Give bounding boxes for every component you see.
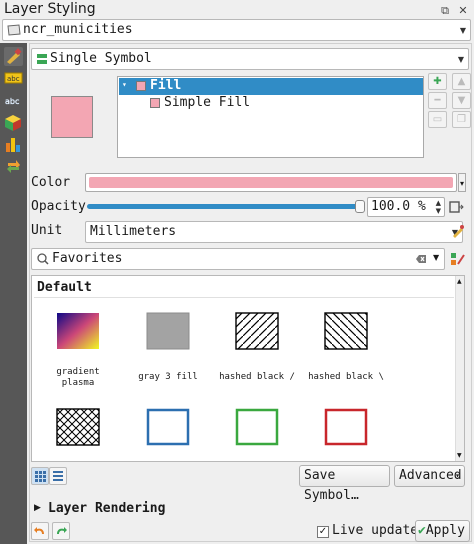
layer-combo[interactable]: ncr_municities ▼ — [2, 19, 471, 41]
move-up-button[interactable]: ▲ — [452, 73, 471, 90]
library-scrollbar[interactable]: ▲ ▼ — [455, 276, 464, 461]
scroll-up-icon[interactable]: ▲ — [457, 278, 462, 285]
diagrams-icon[interactable] — [4, 135, 23, 154]
fill-swatch — [136, 81, 146, 91]
chevron-down-icon: ▾ — [455, 471, 460, 480]
style-manager-icon[interactable] — [450, 251, 466, 267]
opacity-value: 100.0 % — [371, 199, 426, 214]
add-layer-button[interactable]: ✚ — [428, 73, 447, 90]
duplicate-layer-button[interactable]: ❐ — [452, 111, 471, 128]
opacity-slider[interactable] — [87, 204, 359, 209]
symbol-library[interactable]: Default gradient plasma gray 3 fill hashe… — [31, 275, 465, 462]
symbol-search[interactable]: Favorites ▼ — [31, 248, 445, 270]
unit-override-icon[interactable] — [450, 223, 466, 239]
symbol-name-hatch-back: hashed black \ — [308, 372, 384, 382]
spin-arrows-icon[interactable]: ▲ ▼ — [436, 199, 441, 215]
float-button[interactable]: ⧉ — [438, 4, 452, 18]
advanced-button[interactable]: Advanced ▾ — [394, 465, 465, 487]
svg-text:abc: abc — [7, 75, 20, 83]
checkmark-icon: ✔ — [418, 523, 426, 538]
symbol-name-gray-fill: gray 3 fill — [138, 372, 198, 382]
gray-fill-swatch-icon[interactable] — [146, 312, 190, 350]
simple-fill-swatch — [150, 98, 160, 108]
symbol-name-gradient-plasma: gradient plasma — [56, 367, 100, 388]
single-symbol-icon — [36, 53, 48, 65]
blue-outline-swatch-icon[interactable] — [146, 408, 190, 446]
color-label: Color — [31, 175, 71, 190]
icon-view-button[interactable] — [31, 467, 49, 485]
symbol-layer-tree[interactable]: ▾ Fill Simple Fill — [117, 76, 424, 158]
chevron-down-icon[interactable]: ▼ — [433, 253, 439, 262]
opacity-label: Opacity — [31, 199, 86, 214]
color-swatch — [89, 177, 453, 188]
hatch-back-swatch-icon[interactable] — [324, 312, 368, 350]
undo-button[interactable] — [31, 522, 49, 540]
red-outline-swatch-icon[interactable] — [324, 408, 368, 446]
unit-combo[interactable]: Millimeters ▼ — [85, 221, 463, 243]
window-title: Layer Styling — [4, 1, 96, 17]
svg-text:abc: abc — [5, 97, 19, 106]
chevron-down-icon: ▼ — [459, 26, 466, 35]
3d-view-icon[interactable] — [4, 113, 23, 132]
history-icon[interactable] — [4, 157, 23, 176]
masks-icon[interactable]: abc — [4, 91, 23, 110]
tree-item-fill[interactable]: ▾ Fill — [119, 78, 423, 95]
unit-label: Unit — [31, 223, 63, 238]
hatch-forward-swatch-icon[interactable] — [235, 312, 279, 350]
symbol-name-hatch-forward: hashed black / — [219, 372, 295, 382]
layer-rendering-title[interactable]: Layer Rendering — [48, 501, 165, 516]
scroll-down-icon[interactable]: ▼ — [457, 452, 462, 459]
library-group-title: Default — [37, 280, 92, 295]
close-button[interactable]: ✕ — [456, 4, 470, 18]
opacity-spinbox[interactable]: 100.0 % ▲ ▼ — [367, 197, 445, 217]
color-button[interactable] — [85, 173, 457, 192]
layer-name: ncr_municities — [23, 22, 133, 37]
search-input[interactable]: Favorites — [52, 251, 122, 266]
chevron-down-icon: ▼ — [457, 55, 464, 64]
remove-layer-button[interactable]: ━ — [428, 92, 447, 109]
renderer-value: Single Symbol — [50, 51, 152, 66]
symbology-icon[interactable] — [4, 47, 23, 66]
live-update-label: Live update — [332, 523, 419, 538]
gradient-plasma-swatch-icon[interactable] — [56, 312, 100, 350]
tree-item-fill-label: Fill — [150, 78, 182, 93]
live-update-checkbox[interactable]: ✓ — [317, 526, 329, 538]
lock-layer-button[interactable]: ▭ — [428, 111, 447, 128]
renderer-combo[interactable]: Single Symbol ▼ — [31, 48, 469, 70]
move-down-button[interactable]: ▼ — [452, 92, 471, 109]
clear-search-icon[interactable] — [414, 252, 428, 266]
opacity-slider-handle[interactable] — [355, 200, 365, 213]
list-view-button[interactable] — [49, 467, 67, 485]
labels-icon[interactable]: abc — [4, 69, 23, 88]
color-menu-arrow-icon[interactable]: ▾ — [458, 173, 466, 192]
expand-arrow-icon[interactable]: ▾ — [122, 80, 127, 89]
symbol-preview — [51, 96, 93, 138]
group-divider — [34, 297, 454, 298]
apply-button[interactable]: ✔Apply — [415, 520, 470, 542]
apply-label: Apply — [425, 523, 465, 538]
collapse-arrow-icon[interactable]: ▶ — [34, 503, 41, 513]
advanced-label: Advanced — [399, 468, 462, 483]
unit-value: Millimeters — [90, 224, 177, 239]
data-defined-override-icon[interactable] — [448, 199, 464, 215]
polygon-layer-icon — [7, 24, 21, 36]
tree-item-simple-fill-label: Simple Fill — [164, 95, 251, 110]
search-icon — [37, 252, 49, 265]
tree-item-simple-fill[interactable]: Simple Fill — [119, 95, 423, 112]
crosshatch-swatch-icon[interactable] — [56, 408, 100, 446]
green-outline-swatch-icon[interactable] — [235, 408, 279, 446]
redo-button[interactable] — [52, 522, 70, 540]
save-symbol-button[interactable]: Save Symbol… — [299, 465, 390, 503]
